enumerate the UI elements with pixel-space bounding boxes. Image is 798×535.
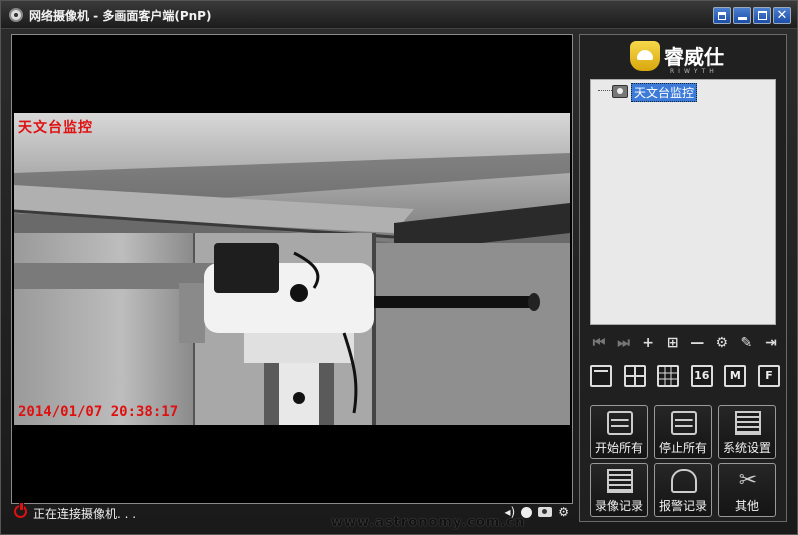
fullscreen-button[interactable]: F [757, 365, 780, 387]
gear-icon[interactable]: ⚙ [558, 504, 569, 520]
sixteen-view-button[interactable]: 16 [690, 365, 713, 387]
control-panel: 睿威仕 RIWYTH 天文台监控 ⏮ ⏭ + ⊞ — ⚙ ✎ ⇥ 16 M F [579, 34, 787, 522]
minimize-button[interactable] [733, 7, 751, 24]
system-settings-label: 系统设置 [722, 441, 771, 455]
overlay-title: 天文台监控 [18, 120, 93, 136]
brand-logo: 睿威仕 RIWYTH [630, 39, 740, 77]
other-label: 其他 [734, 499, 759, 513]
recordings-icon [607, 469, 633, 493]
restore-icon [718, 11, 726, 20]
maximize-button[interactable] [753, 7, 771, 24]
single-view-icon[interactable] [590, 365, 612, 387]
close-button[interactable]: ✕ [773, 7, 791, 24]
close-icon: ✕ [776, 8, 788, 23]
logo-name: 睿威仕 [664, 45, 724, 69]
remove-icon[interactable]: — [688, 334, 706, 352]
window-controls: ✕ [713, 7, 791, 24]
title-bar[interactable]: 网络摄像机 - 多画面客户端(PnP) ✕ [1, 1, 797, 29]
window-title: 网络摄像机 - 多画面客户端(PnP) [29, 9, 212, 23]
logo-subtitle: RIWYTH [670, 68, 718, 75]
previous-icon[interactable]: ⏮ [590, 334, 608, 352]
stop-all-button[interactable]: 停止所有 [654, 405, 712, 459]
start-all-icon [607, 411, 633, 435]
login-icon[interactable]: ⇥ [762, 334, 780, 352]
watermark: www.astronomy.com.cn [331, 515, 526, 530]
settings-gear-icon[interactable]: ⚙ [713, 334, 731, 352]
camera-node-icon [612, 85, 628, 98]
alarm-log-button[interactable]: 报警记录 [654, 463, 712, 517]
maximize-icon [757, 11, 767, 20]
camera-feed-image [14, 113, 570, 425]
bell-icon [671, 469, 697, 493]
app-window: 网络摄像机 - 多画面客户端(PnP) ✕ 天文台监控 2014/01/07 2… [0, 0, 798, 535]
other-button[interactable]: ✂ 其他 [718, 463, 776, 517]
device-tree[interactable]: 天文台监控 [590, 79, 776, 325]
video-panel[interactable]: 天文台监控 2014/01/07 20:38:17 [11, 34, 573, 504]
recordings-label: 录像记录 [594, 499, 643, 513]
power-icon[interactable] [14, 503, 27, 518]
tree-toolbar: ⏮ ⏭ + ⊞ — ⚙ ✎ ⇥ [590, 333, 780, 353]
recordings-button[interactable]: 录像记录 [590, 463, 648, 517]
system-settings-icon [735, 411, 761, 435]
alarm-log-label: 报警记录 [658, 499, 707, 513]
quad-view-icon[interactable] [623, 365, 646, 387]
nine-view-icon[interactable] [657, 365, 680, 387]
camera-app-icon [9, 8, 23, 22]
snapshot-icon[interactable] [538, 507, 553, 517]
layout-selector: 16 M F [590, 365, 780, 389]
camera-feed[interactable] [14, 113, 570, 425]
status-message: 正在连接摄像机. . . [33, 507, 137, 521]
stop-all-label: 停止所有 [658, 441, 707, 455]
minimize-icon [737, 17, 747, 20]
tree-connector [598, 90, 612, 91]
restore-button[interactable] [713, 7, 731, 24]
add-device-icon[interactable]: ⊞ [664, 334, 682, 352]
edit-icon[interactable]: ✎ [737, 334, 755, 352]
overlay-timestamp: 2014/01/07 20:38:17 [18, 404, 179, 420]
stop-all-icon [671, 411, 697, 435]
logo-badge-icon [630, 41, 660, 71]
wrench-icon: ✂ [738, 468, 758, 493]
start-all-button[interactable]: 开始所有 [590, 405, 648, 459]
add-icon[interactable]: + [639, 334, 657, 352]
m-view-button[interactable]: M [724, 365, 747, 387]
system-settings-button[interactable]: 系统设置 [718, 405, 776, 459]
start-all-label: 开始所有 [594, 441, 643, 455]
tree-item-observatory[interactable]: 天文台监控 [631, 83, 698, 102]
next-icon[interactable]: ⏭ [615, 334, 633, 352]
action-grid: 开始所有 停止所有 系统设置 录像记录 报警记录 ✂ 其他 [590, 405, 778, 517]
